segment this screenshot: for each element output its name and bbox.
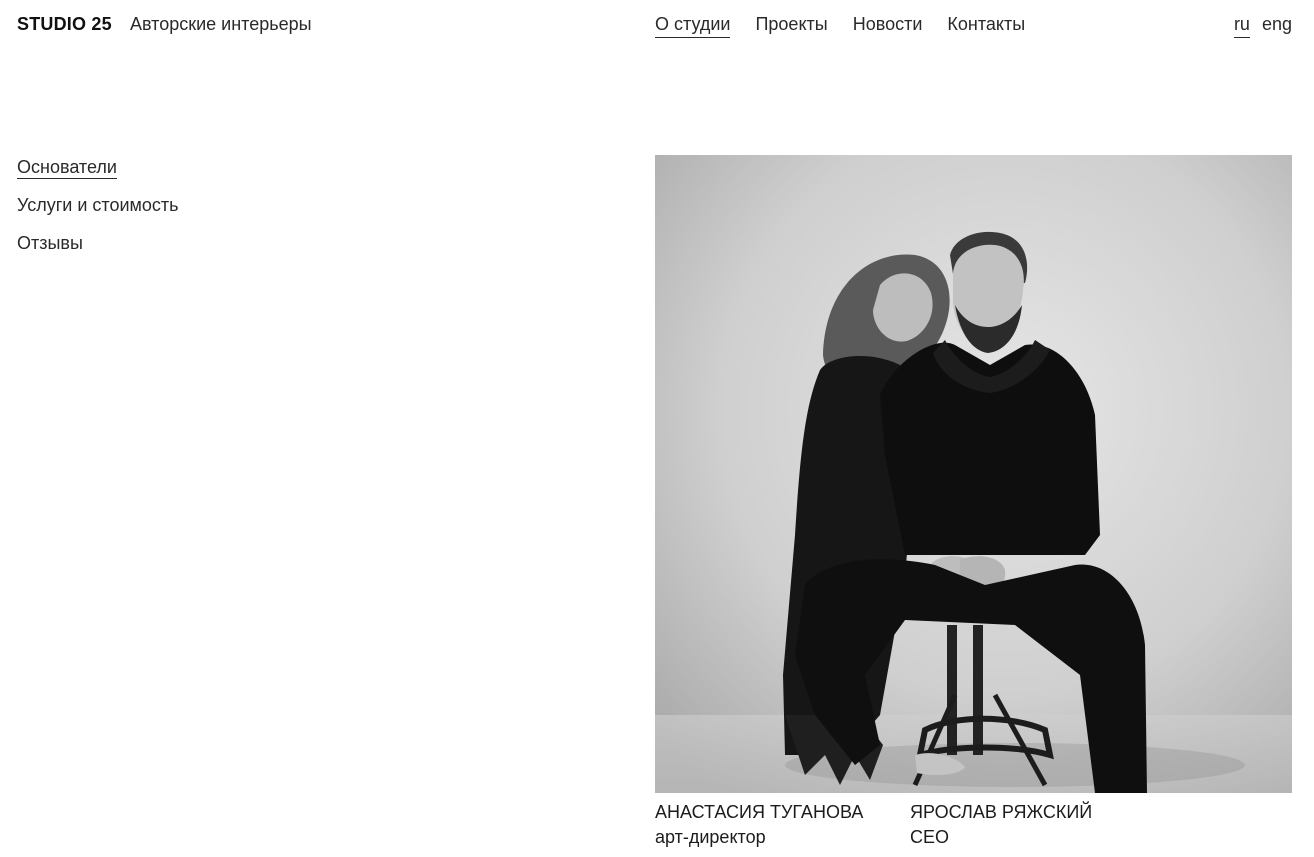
- founders-captions: АНАСТАСИЯ ТУГАНОВА арт-директор ЯРОСЛАВ …: [655, 801, 1165, 848]
- section-nav-reviews[interactable]: Отзывы: [17, 232, 83, 255]
- lang-eng-link[interactable]: eng: [1262, 13, 1292, 38]
- nav-item-about[interactable]: О студии: [655, 13, 731, 38]
- founder-name: АНАСТАСИЯ ТУГАНОВА: [655, 802, 864, 822]
- founder-card: АНАСТАСИЯ ТУГАНОВА арт-директор: [655, 801, 910, 848]
- logo-link[interactable]: STUDIO 25: [17, 13, 112, 35]
- nav-item-projects[interactable]: Проекты: [755, 13, 827, 38]
- founder-role: CEO: [910, 827, 950, 847]
- language-switcher: ru eng: [1233, 13, 1292, 38]
- section-nav-founders[interactable]: Основатели: [17, 156, 117, 179]
- founder-name: ЯРОСЛАВ РЯЖСКИЙ: [910, 802, 1093, 822]
- nav-item-news[interactable]: Новости: [853, 13, 923, 38]
- nav-item-contacts[interactable]: Контакты: [947, 13, 1025, 38]
- page: STUDIO 25 Авторские интерьеры О студии П…: [0, 0, 1314, 857]
- section-nav: Основатели Услуги и стоимость Отзывы: [17, 156, 179, 255]
- founder-card: ЯРОСЛАВ РЯЖСКИЙ CEO: [910, 801, 1165, 848]
- main-nav: О студии Проекты Новости Контакты: [655, 13, 1025, 38]
- founders-photo-illustration: [655, 155, 1292, 793]
- tagline: Авторские интерьеры: [130, 14, 312, 34]
- section-nav-services[interactable]: Услуги и стоимость: [17, 194, 179, 217]
- founder-role: арт-директор: [655, 827, 766, 847]
- founders-photo: [655, 155, 1292, 793]
- lang-ru-link[interactable]: ru: [1233, 13, 1250, 38]
